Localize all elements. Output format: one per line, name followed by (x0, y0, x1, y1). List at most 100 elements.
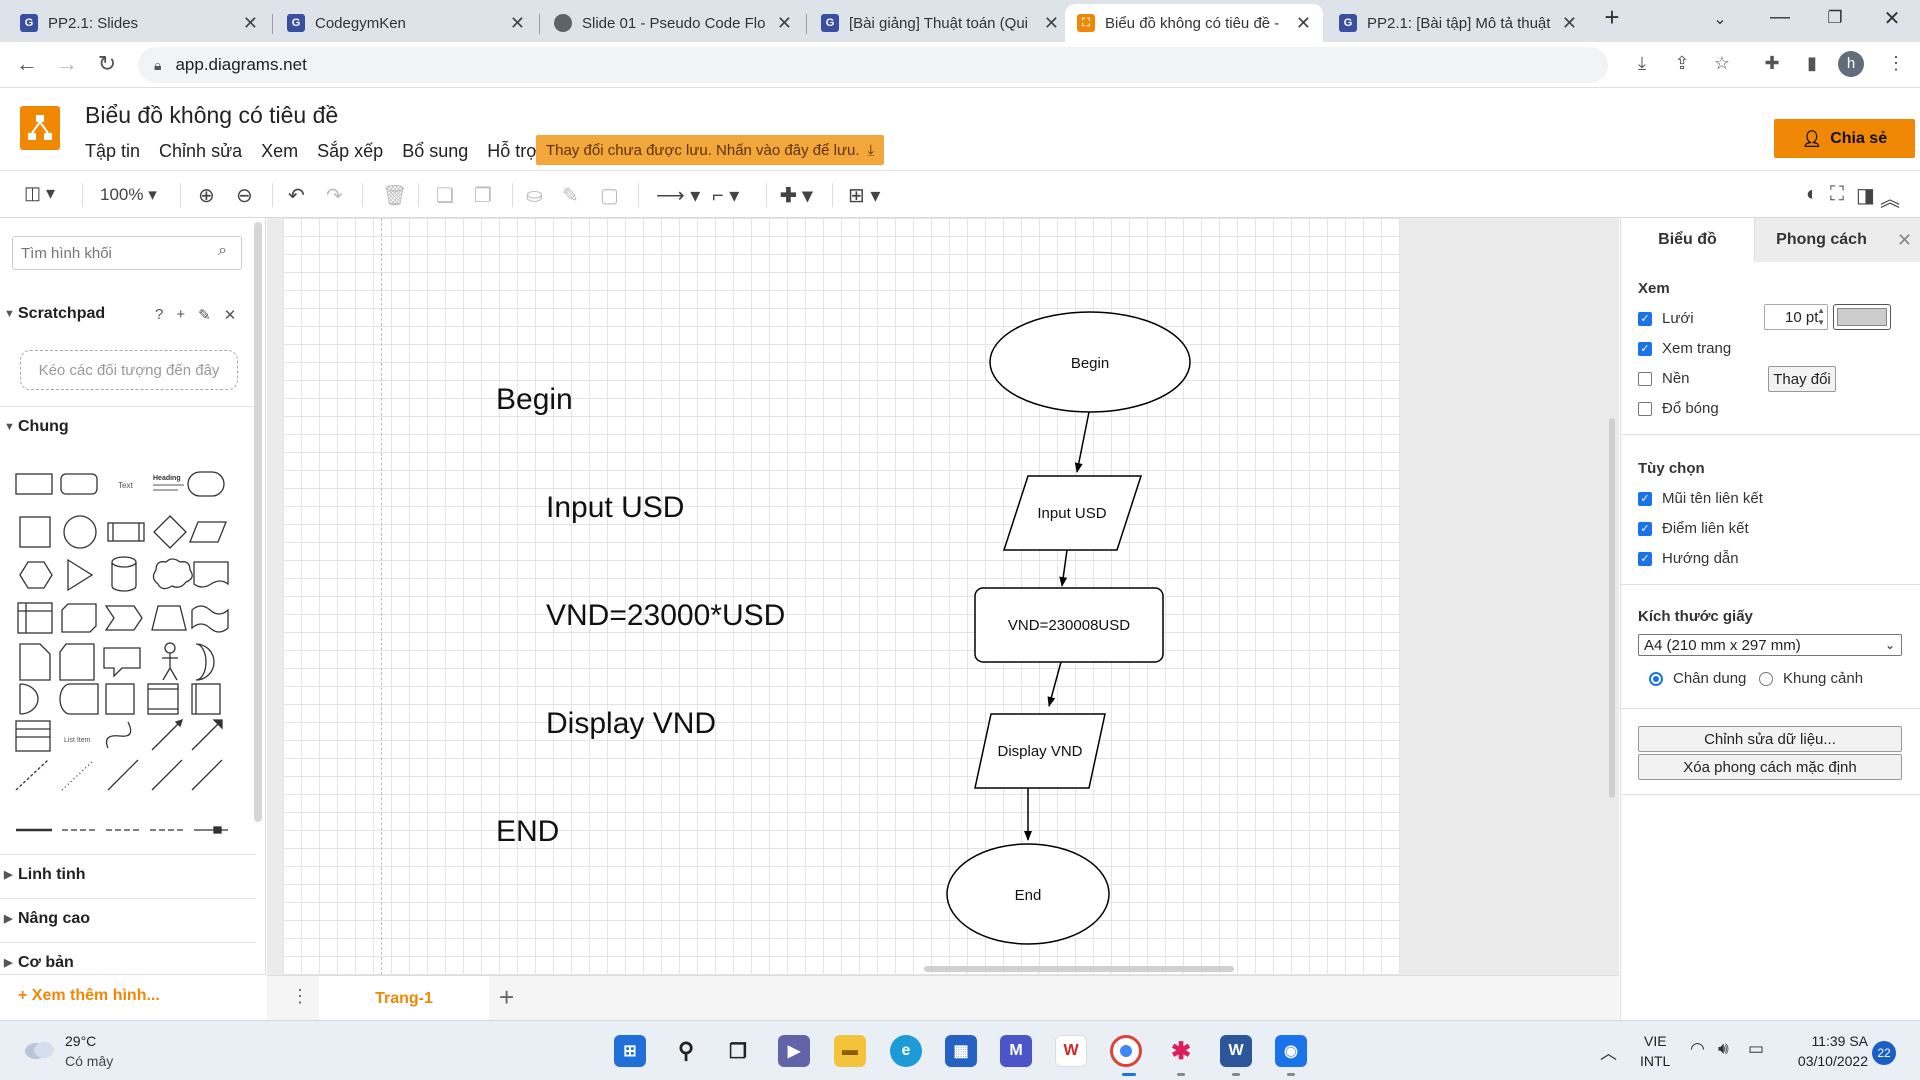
close-panel-icon[interactable]: ✕ (1888, 218, 1920, 262)
fill-color-icon[interactable]: ⛀ (526, 183, 543, 207)
chrome-icon[interactable] (1110, 1035, 1142, 1067)
dashed-line-shape[interactable] (15, 759, 49, 791)
connector-arrow[interactable] (1047, 661, 1062, 707)
tab-diagram[interactable]: Biểu đồ (1621, 218, 1754, 262)
bookmark-star-icon[interactable]: ☆ (1708, 53, 1736, 74)
page-tab-active[interactable]: Trang-1 (319, 976, 489, 1021)
minimize-icon[interactable]: — (1760, 6, 1800, 29)
install-app-icon[interactable]: ⤓ (1628, 53, 1656, 74)
advanced-section-header[interactable]: ▶ Nâng cao (0, 898, 256, 938)
undo-icon[interactable]: ↶ (288, 183, 305, 207)
cloud-shape[interactable] (152, 558, 193, 590)
wifi-icon[interactable]: ◠ (1690, 1039, 1705, 1059)
wps-office-icon[interactable]: W (1055, 1035, 1087, 1067)
text-shape[interactable]: Text (118, 481, 133, 490)
arrow-shape[interactable] (191, 721, 221, 751)
grid-checkbox[interactable]: ✓ (1638, 311, 1652, 326)
actor-shape[interactable] (164, 642, 176, 654)
connector-arrow[interactable] (1074, 411, 1090, 473)
keyboard-layout-indicator[interactable]: INTL (1640, 1053, 1670, 1069)
page-view-checkbox[interactable]: ✓ (1638, 341, 1652, 356)
background-checkbox[interactable] (1638, 371, 1652, 386)
browser-tab[interactable]: G PP2.1: [Bài tập] Mô tả thuật ✕ (1327, 4, 1589, 42)
browser-tab-active[interactable]: ⛶ Biểu đồ không có tiêu đề - ✕ (1065, 4, 1323, 42)
line-color-icon[interactable]: ✎ (562, 183, 579, 207)
menu-arrange[interactable]: Sắp xếp (317, 141, 383, 162)
cube-shape[interactable] (61, 603, 97, 633)
profile-avatar[interactable]: h (1838, 51, 1864, 77)
slack-icon[interactable]: ✱ (1165, 1035, 1197, 1067)
zoom-select[interactable]: 100% ▾ (100, 185, 157, 209)
grid-option[interactable]: ✓ Lưới (1638, 310, 1694, 327)
heading-shape[interactable]: Heading (153, 475, 181, 482)
edit-icon[interactable]: ✎ (198, 306, 211, 324)
teams-chat-icon[interactable]: ▶ (778, 1035, 810, 1067)
rounded-rectangle-shape[interactable] (60, 473, 98, 495)
square-shape[interactable] (19, 516, 51, 548)
canvas-horizontal-scrollbar[interactable] (924, 966, 1234, 972)
page-view-option[interactable]: ✓ Xem trang (1638, 340, 1731, 357)
hexagon-shape[interactable] (19, 561, 53, 589)
collapse-icon[interactable]: ︽ (1880, 183, 1900, 211)
document-title[interactable]: Biểu đồ không có tiêu đề (85, 102, 338, 129)
to-back-icon[interactable]: ❐ (474, 183, 492, 207)
pages-menu-icon[interactable]: ⋮ (291, 986, 309, 1007)
internal-storage-shape[interactable] (105, 683, 135, 715)
shadow-icon[interactable]: ▢ (600, 183, 619, 207)
close-icon[interactable]: ✕ (224, 306, 237, 324)
redo-icon[interactable]: ↷ (326, 183, 343, 207)
url-bar[interactable]: 🔒︎ app.diagrams.net (138, 47, 1608, 83)
clock-date[interactable]: 03/10/2022 (1778, 1053, 1868, 1069)
add-page-icon[interactable]: + (499, 982, 514, 1013)
landscape-radio[interactable] (1759, 671, 1773, 686)
back-icon[interactable]: ← (12, 51, 42, 77)
format-panel-icon[interactable]: ◫ ▾ (24, 183, 55, 207)
waypoints-icon[interactable]: ⌐ ▾ (712, 183, 739, 207)
circle-shape[interactable] (63, 515, 97, 549)
browser-menu-icon[interactable]: ⋮ (1882, 53, 1910, 74)
share-button[interactable]: 👤︎ Chia sẻ (1774, 119, 1915, 158)
share-page-icon[interactable]: ⇪ (1668, 53, 1696, 74)
connection-points-checkbox[interactable]: ✓ (1638, 521, 1652, 536)
unsaved-changes-button[interactable]: Thay đổi chưa được lưu. Nhấn vào đây để … (536, 135, 885, 165)
or-shape[interactable] (195, 643, 215, 681)
general-section-header[interactable]: ▼ Chung (0, 406, 256, 446)
tape-shape[interactable] (191, 605, 229, 633)
table-icon[interactable]: ⊞ ▾ (848, 183, 880, 207)
close-tab-icon[interactable]: ✕ (243, 13, 258, 34)
rectangle-shape[interactable] (15, 473, 53, 495)
bidirectional-arrow-shape[interactable] (151, 721, 181, 751)
help-icon[interactable]: ? (155, 306, 163, 324)
diagram-page[interactable]: Begin Input USD VND=23000*USD Display VN… (283, 218, 1400, 975)
clear-default-style-button[interactable]: Xóa phong cách mặc định (1638, 754, 1902, 780)
guides-checkbox[interactable]: ✓ (1638, 551, 1652, 566)
appearance-icon[interactable]: ◐ (1806, 183, 1818, 207)
note-shape[interactable] (19, 643, 51, 681)
shadow-checkbox[interactable] (1638, 401, 1652, 416)
parallelogram-shape[interactable] (189, 521, 227, 543)
edit-data-button[interactable]: Chỉnh sửa dữ liệu... (1638, 726, 1902, 752)
grid-color-button[interactable] (1833, 304, 1891, 330)
file-explorer-icon[interactable]: ▬ (834, 1035, 866, 1067)
grid-size-stepper[interactable]: 10 pt ▲ ▼ (1764, 304, 1828, 330)
delete-icon[interactable]: 🗑︎ (382, 183, 407, 207)
paper-size-select[interactable]: A4 (210 mm x 297 mm) ⌄ (1638, 634, 1902, 656)
battery-icon[interactable]: ▭ (1748, 1039, 1764, 1059)
close-window-icon[interactable]: ✕ (1872, 6, 1912, 31)
word-icon[interactable]: W (1220, 1035, 1252, 1067)
connector-arrow[interactable] (1059, 549, 1068, 587)
misc-section-header[interactable]: ▶ Linh tinh (0, 854, 256, 894)
reload-icon[interactable]: ↻ (92, 51, 122, 77)
double-arrow-line-shape[interactable] (151, 759, 183, 791)
close-tab-icon[interactable]: ✕ (1296, 13, 1311, 34)
more-shapes-button[interactable]: + Xem thêm hình... (18, 987, 160, 1005)
search-icon[interactable]: ⌕ (218, 242, 227, 260)
insert-icon[interactable]: ✚ ▾ (780, 183, 812, 207)
shape-search-input[interactable] (12, 236, 242, 270)
edge-icon[interactable]: e (890, 1035, 922, 1067)
browser-tab[interactable]: Slide 01 - Pseudo Code Flo ✕ (542, 4, 804, 42)
diamond-shape[interactable] (153, 515, 187, 549)
canvas-vertical-scrollbar[interactable] (1609, 418, 1615, 798)
new-tab-button[interactable]: + (1592, 2, 1632, 33)
step-shape[interactable] (104, 605, 143, 631)
